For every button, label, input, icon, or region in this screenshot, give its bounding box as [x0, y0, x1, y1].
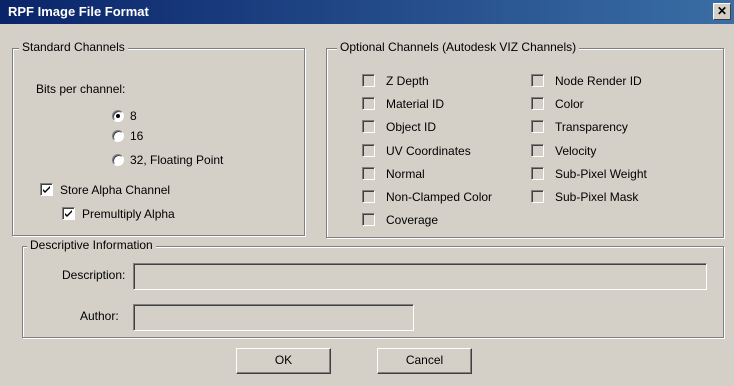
- author-field[interactable]: [133, 304, 414, 331]
- title-bar[interactable]: RPF Image File Format ✕: [0, 0, 734, 24]
- close-button[interactable]: ✕: [713, 3, 731, 20]
- descriptive-information-label: Descriptive Information: [27, 238, 156, 252]
- checkmark-icon: [65, 210, 72, 217]
- material-id-label: Material ID: [386, 97, 445, 111]
- radio-16[interactable]: [112, 130, 124, 142]
- node-render-id-label: Node Render ID: [555, 74, 642, 88]
- premultiply-alpha-checkbox[interactable]: [62, 207, 75, 220]
- cancel-button[interactable]: Cancel: [377, 348, 472, 374]
- sub-pixel-mask-checkbox[interactable]: [531, 190, 544, 203]
- store-alpha-label: Store Alpha Channel: [60, 183, 171, 197]
- checkmark-icon: [43, 186, 50, 193]
- material-id-checkbox[interactable]: [362, 97, 375, 110]
- radio-8-label: 8: [130, 109, 137, 123]
- color-checkbox[interactable]: [531, 97, 544, 110]
- transparency-checkbox[interactable]: [531, 120, 544, 133]
- uv-coordinates-label: UV Coordinates: [386, 144, 471, 158]
- optional-channels-label: Optional Channels (Autodesk VIZ Channels…: [337, 40, 580, 54]
- description-field[interactable]: [133, 263, 707, 290]
- description-label: Description:: [62, 268, 126, 282]
- radio-32-floating-point-label: 32, Floating Point: [130, 153, 224, 167]
- bits-per-channel-label: Bits per channel:: [36, 82, 126, 96]
- coverage-label: Coverage: [386, 213, 439, 227]
- close-icon: ✕: [716, 4, 728, 18]
- velocity-checkbox[interactable]: [531, 144, 544, 157]
- radio-32-floating-point[interactable]: [112, 154, 124, 166]
- radio-8[interactable]: [112, 110, 124, 122]
- standard-channels-label: Standard Channels: [19, 40, 128, 54]
- velocity-label: Velocity: [555, 144, 597, 158]
- uv-coordinates-checkbox[interactable]: [362, 144, 375, 157]
- author-label: Author:: [80, 309, 119, 323]
- z-depth-checkbox[interactable]: [362, 74, 375, 87]
- radio-16-label: 16: [130, 129, 144, 143]
- color-label: Color: [555, 97, 584, 111]
- premultiply-alpha-label: Premultiply Alpha: [82, 207, 175, 221]
- window-title: RPF Image File Format: [8, 4, 149, 19]
- sub-pixel-weight-label: Sub-Pixel Weight: [555, 167, 647, 181]
- sub-pixel-mask-label: Sub-Pixel Mask: [555, 190, 639, 204]
- z-depth-label: Z Depth: [386, 74, 429, 88]
- non-clamped-color-checkbox[interactable]: [362, 190, 375, 203]
- object-id-label: Object ID: [386, 120, 437, 134]
- normal-checkbox[interactable]: [362, 167, 375, 180]
- store-alpha-checkbox[interactable]: [40, 183, 53, 196]
- node-render-id-checkbox[interactable]: [531, 74, 544, 87]
- transparency-label: Transparency: [555, 120, 628, 134]
- coverage-checkbox[interactable]: [362, 213, 375, 226]
- sub-pixel-weight-checkbox[interactable]: [531, 167, 544, 180]
- normal-label: Normal: [386, 167, 425, 181]
- object-id-checkbox[interactable]: [362, 120, 375, 133]
- ok-button[interactable]: OK: [236, 348, 331, 374]
- non-clamped-color-label: Non-Clamped Color: [386, 190, 493, 204]
